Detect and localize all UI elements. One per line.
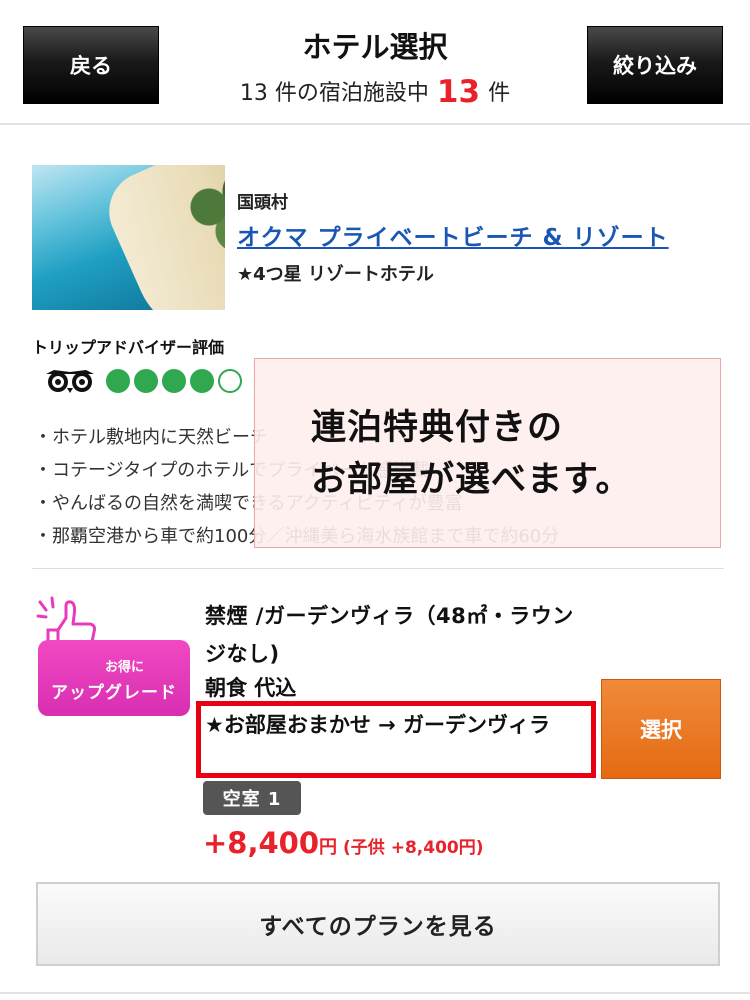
select-button[interactable]: 選択: [601, 679, 721, 779]
hotel-rank: ★4つ星 リゾートホテル: [237, 264, 434, 285]
meal-info: 朝食 代込: [205, 676, 297, 700]
hotel-area: 国頭村: [237, 193, 288, 213]
tripadvisor-rating: [44, 366, 246, 396]
rating-dot-filled: [162, 369, 186, 393]
price-yen: 円: [319, 837, 338, 858]
rating-dot-filled: [134, 369, 158, 393]
result-count-prefix: 13 件の宿泊施設中: [239, 81, 429, 106]
room-name: 禁煙 /ガーデンヴィラ（48㎡・ラウンジなし): [205, 604, 574, 666]
promo-overlay: 連泊特典付きの お部屋が選べます。: [254, 358, 721, 548]
header: 戻る ホテル選択 13 件の宿泊施設中 13 件 絞り込み: [0, 0, 750, 125]
all-plans-button[interactable]: すべてのプランを見る: [36, 882, 720, 966]
highlight-box: [196, 701, 596, 778]
divider: [0, 992, 750, 994]
price-child: (子供 +8,400円): [343, 838, 484, 858]
promo-overlay-text: 連泊特典付きの お部屋が選べます。: [311, 402, 632, 506]
filter-button[interactable]: 絞り込み: [587, 26, 723, 104]
rating-dots: [106, 369, 246, 393]
rating-dot-empty: [218, 369, 242, 393]
result-count-value: 13: [436, 74, 481, 110]
promo-line-1: 連泊特典付きの: [311, 408, 564, 448]
badge-small-text: お得に: [104, 660, 144, 675]
result-count-suffix: 件: [488, 81, 511, 106]
promo-line-2: お部屋が選べます。: [311, 460, 632, 500]
photo-trees-shape: [182, 175, 225, 255]
price: +8,400円 (子供 +8,400円): [203, 826, 484, 860]
upgrade-badge: お得に アップグレード: [38, 640, 190, 716]
tripadvisor-label: トリップアドバイザー評価: [32, 338, 225, 357]
badge-big-text: アップグレード: [51, 683, 177, 703]
divider: [32, 568, 724, 569]
vacancy-badge: 空室 1: [203, 781, 301, 815]
price-main: +8,400: [203, 826, 320, 860]
hotel-photo[interactable]: [32, 165, 225, 310]
rating-dot-filled: [190, 369, 214, 393]
hotel-name-link[interactable]: オクマ プライベートビーチ & リゾート: [237, 218, 669, 252]
rating-dot-filled: [106, 369, 130, 393]
tripadvisor-owl-icon: [46, 370, 94, 393]
